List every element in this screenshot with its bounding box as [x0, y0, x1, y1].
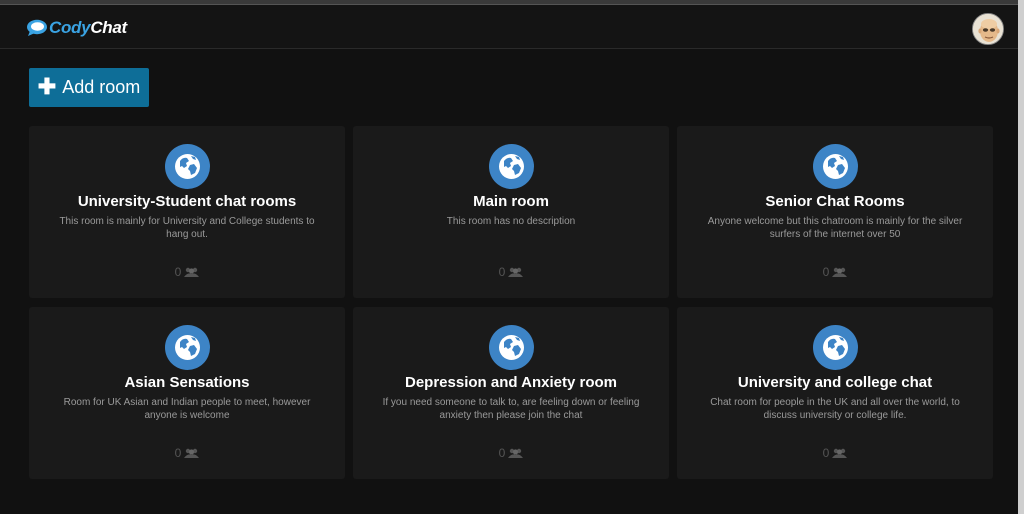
- globe-icon: [165, 144, 210, 189]
- room-description: If you need someone to talk to, are feel…: [382, 397, 640, 421]
- top-header: CodyChat: [0, 5, 1018, 49]
- room-user-count: 0: [353, 446, 669, 460]
- globe-icon: [489, 144, 534, 189]
- room-description: Chat room for people in the UK and all o…: [710, 397, 960, 421]
- users-icon: [508, 267, 524, 277]
- room-name: Senior Chat Rooms: [765, 193, 905, 210]
- globe-icon: [813, 144, 858, 189]
- globe-icon: [165, 325, 210, 370]
- room-name: University and college chat: [737, 374, 933, 391]
- users-icon: [832, 267, 848, 277]
- plus-icon: ✚: [37, 73, 57, 99]
- globe-icon: [813, 325, 858, 370]
- room-user-count: 0: [677, 265, 993, 279]
- add-room-button[interactable]: ✚ Add room: [29, 68, 149, 107]
- room-user-count: 0: [29, 265, 345, 279]
- room-card[interactable]: Senior Chat Rooms Anyone welcome but thi…: [677, 126, 993, 298]
- chat-bubble-icon: [27, 19, 47, 36]
- room-description: Anyone welcome but this chatroom is main…: [707, 216, 963, 240]
- logo-text: CodyChat: [49, 18, 127, 37]
- room-name: Depression and Anxiety room: [405, 374, 617, 391]
- room-card[interactable]: University and college chat Chat room fo…: [677, 307, 993, 479]
- room-user-count: 0: [353, 265, 669, 279]
- room-name: Asian Sensations: [124, 374, 250, 391]
- room-card[interactable]: Asian Sensations Room for UK Asian and I…: [29, 307, 345, 479]
- avatar-face-icon: [973, 14, 1003, 44]
- users-icon: [832, 448, 848, 458]
- room-card[interactable]: University-Student chat rooms This room …: [29, 126, 345, 298]
- users-icon: [184, 448, 200, 458]
- users-icon: [184, 267, 200, 277]
- user-count-value: 0: [822, 265, 830, 279]
- room-card[interactable]: Main room This room has no description 0: [353, 126, 669, 298]
- room-name: University-Student chat rooms: [77, 193, 297, 210]
- room-description: This room has no description: [446, 216, 576, 227]
- user-count-value: 0: [822, 446, 830, 460]
- user-avatar[interactable]: [972, 13, 1004, 45]
- room-description: Room for UK Asian and Indian people to m…: [63, 397, 311, 421]
- add-room-label: Add room: [62, 77, 141, 97]
- room-user-count: 0: [677, 446, 993, 460]
- user-count-value: 0: [174, 446, 182, 460]
- room-user-count: 0: [29, 446, 345, 460]
- room-name: Main room: [473, 193, 549, 210]
- user-count-value: 0: [174, 265, 182, 279]
- room-description: This room is mainly for University and C…: [59, 216, 315, 240]
- globe-icon: [489, 325, 534, 370]
- room-card[interactable]: Depression and Anxiety room If you need …: [353, 307, 669, 479]
- users-icon: [508, 448, 524, 458]
- window-right-edge: [1018, 0, 1024, 514]
- codychat-logo[interactable]: CodyChat: [26, 17, 127, 39]
- user-count-value: 0: [498, 446, 506, 460]
- user-count-value: 0: [498, 265, 506, 279]
